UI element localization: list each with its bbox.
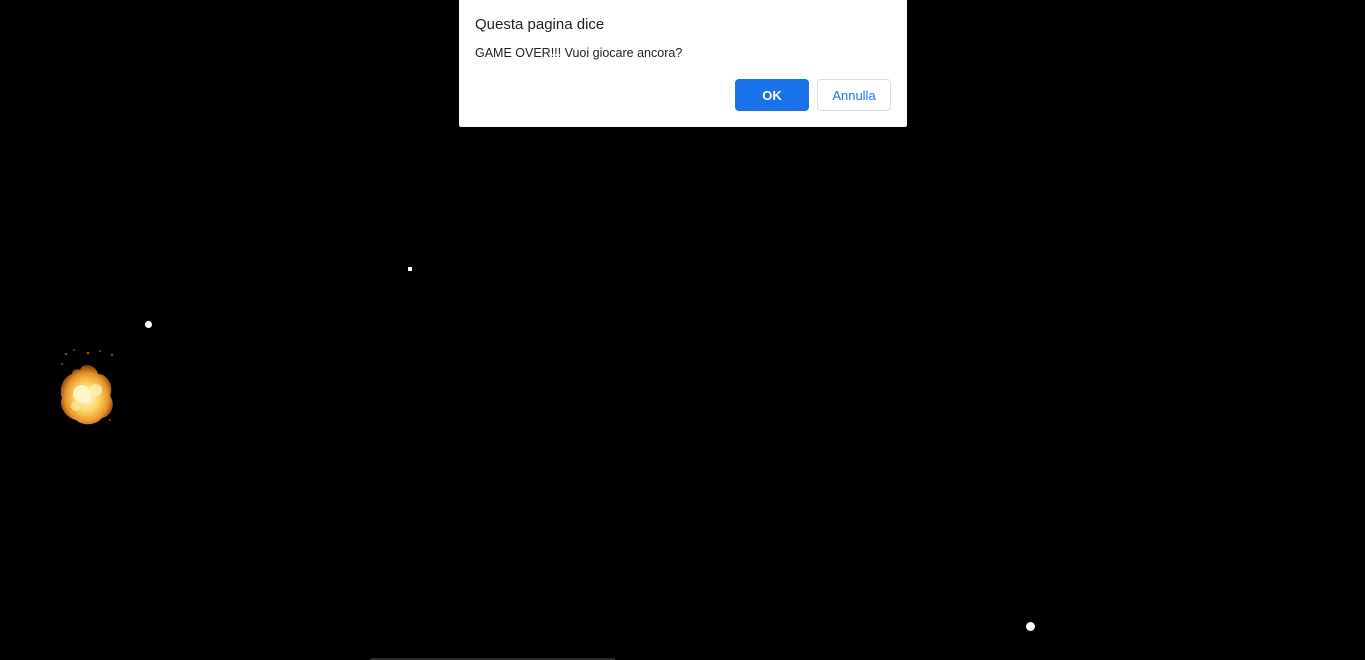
enemy-bullet — [145, 321, 152, 328]
cancel-button[interactable]: Annulla — [817, 79, 891, 111]
enemy-bullet — [408, 267, 412, 271]
dialog-title: Questa pagina dice — [475, 16, 605, 33]
ok-button[interactable]: OK — [735, 79, 809, 111]
alert-dialog: Questa pagina dice GAME OVER!!! Vuoi gio… — [459, 0, 907, 127]
enemy-bullet — [1026, 622, 1035, 631]
explosion-icon — [52, 344, 122, 428]
dialog-message: GAME OVER!!! Vuoi giocare ancora? — [475, 46, 683, 60]
